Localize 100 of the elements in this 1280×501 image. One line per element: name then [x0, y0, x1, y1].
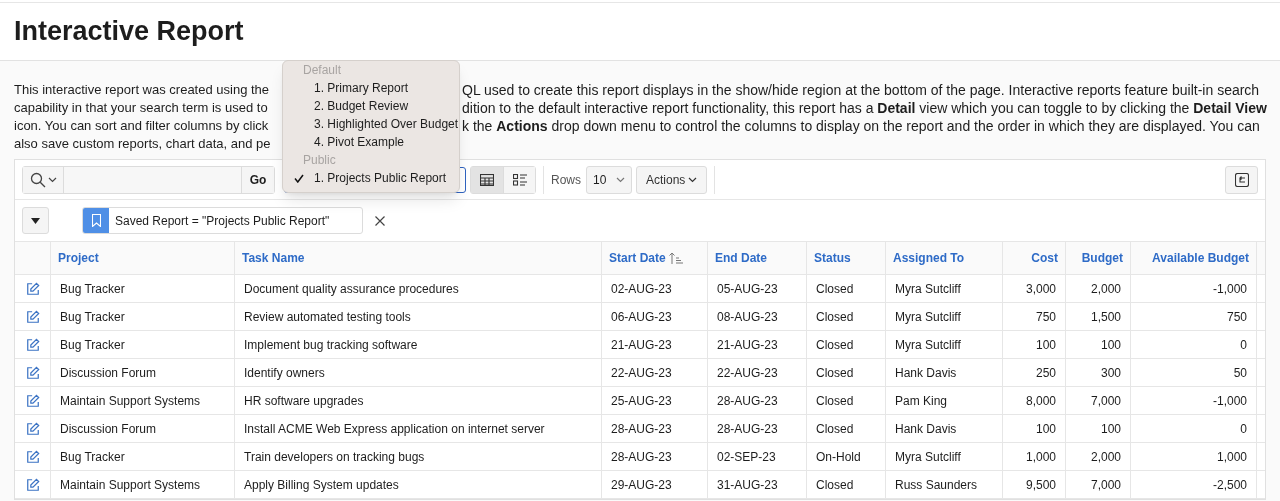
table-cell-text: 100: [1100, 420, 1121, 438]
chevron-down-icon: [688, 176, 698, 183]
table-cell-text: 250: [1035, 364, 1056, 382]
reset-icon: [1234, 172, 1249, 187]
table-cell-text: 22-AUG-23: [611, 364, 672, 382]
bookmark-icon: [91, 214, 101, 227]
edit-icon[interactable]: [25, 309, 40, 324]
rows-select[interactable]: 10: [586, 165, 632, 194]
table-cell-text: Closed: [816, 476, 854, 494]
table-cell-text: 750: [1035, 308, 1056, 326]
table-cell-text: HR software upgrades: [244, 392, 364, 410]
column-header[interactable]: Budget: [1081, 249, 1123, 267]
column-header[interactable]: Status: [814, 249, 851, 267]
edit-icon[interactable]: [25, 477, 40, 492]
table-cell-text: -1,000: [1212, 280, 1247, 298]
triangle-down-icon: [31, 217, 40, 224]
table-cell-text: 29-AUG-23: [611, 476, 672, 494]
table-cell-text: 9,500: [1025, 476, 1056, 494]
table-cell-text: 08-AUG-23: [717, 308, 778, 326]
edit-icon[interactable]: [25, 449, 40, 464]
table-cell-text: Bug Tracker: [60, 280, 125, 298]
table-cell-text: 100: [1100, 336, 1121, 354]
edit-icon[interactable]: [25, 281, 40, 296]
column-header[interactable]: Task Name: [242, 249, 305, 267]
table-cell-text: Discussion Forum: [60, 364, 157, 382]
description-text: capability in that your search term is used to: [14, 99, 268, 117]
menu-item[interactable]: 3. Highlighted Over Budget: [283, 115, 459, 133]
edit-icon[interactable]: [25, 337, 40, 352]
table-cell-text: Bug Tracker: [60, 308, 125, 326]
table-cell-text: Closed: [816, 336, 854, 354]
menu-group-label: Public: [302, 152, 337, 169]
table-cell-text: Apply Billing System updates: [244, 476, 399, 494]
table-cell-text: 3,000: [1025, 280, 1056, 298]
table-cell-text: Pam King: [895, 392, 948, 410]
table-cell-text: 7,000: [1090, 392, 1121, 410]
view-toggle[interactable]: [471, 166, 503, 193]
table-cell-text: 1,500: [1090, 308, 1121, 326]
table-cell-text: Myra Sutcliff: [895, 448, 961, 466]
edit-icon[interactable]: [25, 421, 40, 436]
table-cell-text: -1,000: [1212, 392, 1247, 410]
page-title: Interactive Report: [14, 15, 244, 49]
table-cell-text: Discussion Forum: [60, 420, 157, 438]
table-cell-text: Closed: [816, 280, 854, 298]
table-cell-text: 100: [1035, 420, 1056, 438]
table-cell-text: 50: [1233, 364, 1247, 382]
table-cell-text: 28-AUG-23: [717, 420, 778, 438]
grid-view-icon: [480, 173, 494, 186]
column-header[interactable]: End Date: [715, 249, 767, 267]
reset-button[interactable]: [1225, 165, 1258, 194]
table-cell-text: Implement bug tracking software: [244, 336, 418, 354]
column-header[interactable]: Available Budget: [1152, 249, 1249, 267]
rows-label: Rows: [551, 171, 581, 189]
table-cell-text: Closed: [816, 420, 854, 438]
edit-icon[interactable]: [25, 365, 40, 380]
menu-item[interactable]: 2. Budget Review: [283, 97, 459, 115]
description-text: icon. You can sort and filter columns by click: [14, 117, 269, 135]
close-icon[interactable]: [375, 215, 385, 226]
table-cell-text: Hank Davis: [895, 364, 957, 382]
table-cell-text: Document quality assurance procedures: [244, 280, 459, 298]
table-cell-text: 22-AUG-23: [717, 364, 778, 382]
menu-group-label: Default: [302, 62, 343, 79]
table-cell-text: 0: [1240, 336, 1247, 354]
table-cell-text: 100: [1035, 336, 1056, 354]
description-text: k the Actions drop down menu to control the columns to display on the report and the order in which they are displayed. You can: [462, 117, 1260, 135]
table-cell-text: Bug Tracker: [60, 336, 125, 354]
column-header[interactable]: Start Date: [609, 249, 666, 267]
detail-view-icon: [512, 173, 527, 186]
table-cell-text: 2,000: [1090, 448, 1121, 466]
table-cell-text: Review automated testing tools: [244, 308, 411, 326]
table-cell-text: 28-AUG-23: [717, 392, 778, 410]
edit-icon[interactable]: [25, 393, 40, 408]
table-cell-text: Maintain Support Systems: [60, 476, 201, 494]
table-cell-text: 05-AUG-23: [717, 280, 778, 298]
table-cell-text: Maintain Support Systems: [60, 392, 201, 410]
table-cell-text: 300: [1100, 364, 1121, 382]
column-header[interactable]: Cost: [1031, 249, 1058, 267]
collapse-button[interactable]: [22, 207, 49, 234]
table-cell-text: Bug Tracker: [60, 448, 125, 466]
description-text: dition to the default interactive report functionality, this report has a Detail view which you can toggle to by clicking the Detail View: [462, 99, 1267, 117]
table-cell-text: 28-AUG-23: [611, 420, 672, 438]
table-cell-text: Hank Davis: [895, 420, 957, 438]
table-cell-text: 1,000: [1025, 448, 1056, 466]
table-cell-text: 21-AUG-23: [717, 336, 778, 354]
menu-item[interactable]: 1. Primary Report: [283, 79, 459, 97]
table-cell-text: 02-AUG-23: [611, 280, 672, 298]
view-toggle[interactable]: [503, 166, 535, 193]
description-text: QL used to create this report displays in the show/hide region at the bottom of the page. Interactive reports feature built-in search: [462, 81, 1260, 99]
table-cell-text: 28-AUG-23: [611, 448, 672, 466]
table-cell-text: 06-AUG-23: [611, 308, 672, 326]
table-cell-text: Identify owners: [244, 364, 325, 382]
menu-item[interactable]: 4. Pivot Example: [283, 133, 459, 151]
table-cell-text: Russ Saunders: [895, 476, 978, 494]
checkmark-icon: [293, 173, 304, 183]
column-header[interactable]: Assigned To: [893, 249, 965, 267]
menu-item[interactable]: 1. Projects Public Report: [283, 169, 459, 187]
chevron-down-icon: [616, 176, 625, 183]
column-header[interactable]: Project: [58, 249, 99, 267]
table-cell-text: Closed: [816, 392, 854, 410]
table-cell-text: -2,500: [1212, 476, 1247, 494]
actions-button[interactable]: Actions: [636, 165, 708, 194]
